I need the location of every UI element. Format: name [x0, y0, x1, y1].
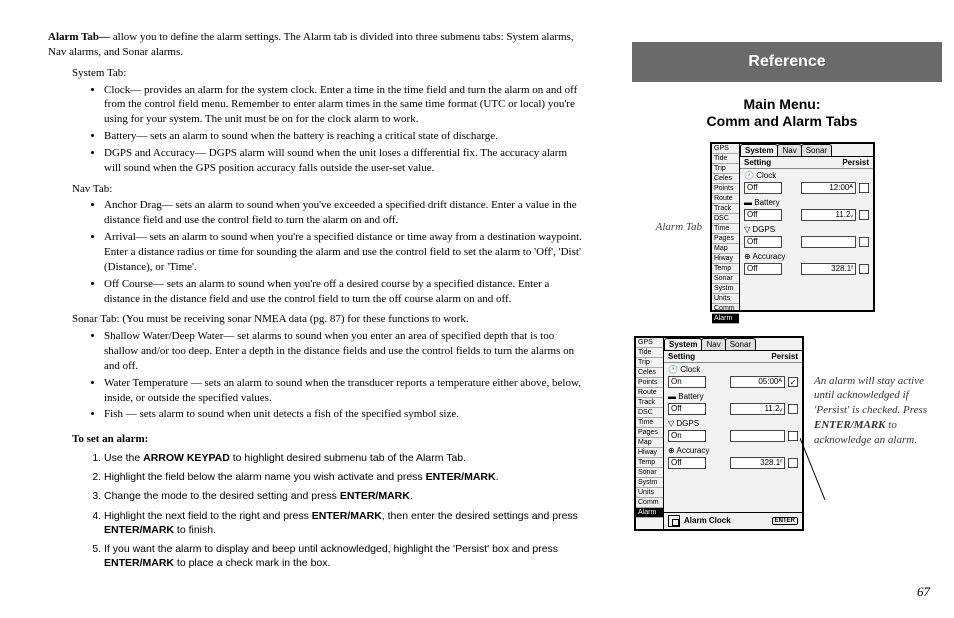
list-item: Battery— sets an alarm to sound when the…	[104, 129, 586, 144]
figure-caption-2: An alarm will stay active until acknowle…	[814, 374, 944, 448]
list-item: Fish — sets alarm to sound when unit det…	[104, 407, 586, 422]
step-2: Highlight the field below the alarm name…	[104, 470, 586, 484]
device-side-tabs: GPSTideTrip CelesPointsRoute TrackDSCTim…	[712, 144, 740, 310]
sidebar-column: Reference Main Menu: Comm and Alarm Tabs…	[610, 0, 954, 618]
set-alarm-head: To set an alarm:	[72, 432, 586, 447]
list-item: Clock— provides an alarm for the system …	[104, 83, 586, 128]
list-item: Water Temperature — sets an alarm to sou…	[104, 376, 586, 406]
section-title: Main Menu: Comm and Alarm Tabs	[610, 96, 954, 130]
sonar-tab-list: Shallow Water/Deep Water— set alarms to …	[104, 329, 586, 422]
alarm-tab-label: Alarm Tab—	[48, 31, 113, 43]
device-top-tabs: System Nav Sonar	[740, 144, 873, 157]
system-tab-head: System Tab:	[72, 66, 586, 81]
device-top-tabs: System Nav Sonar	[664, 338, 802, 351]
manual-text-column: Alarm Tab— allow you to define the alarm…	[0, 0, 610, 618]
alarm-icon	[668, 515, 680, 527]
device-side-tabs: GPSTideTrip CelesPointsRoute TrackDSCTim…	[636, 338, 664, 529]
list-item: Anchor Drag— sets an alarm to sound when…	[104, 198, 586, 228]
list-item: DGPS and Accuracy— DGPS alarm will sound…	[104, 146, 586, 176]
nav-tab-head: Nav Tab:	[72, 182, 586, 197]
step-4: Highlight the next field to the right an…	[104, 509, 586, 537]
nav-tab-list: Anchor Drag— sets an alarm to sound when…	[104, 198, 586, 306]
step-5: If you want the alarm to display and bee…	[104, 542, 586, 570]
step-3: Change the mode to the desired setting a…	[104, 489, 586, 503]
reference-banner: Reference	[632, 42, 942, 82]
sonar-tab-head: Sonar Tab: (You must be receiving sonar …	[72, 312, 586, 327]
list-item: Arrival— sets an alarm to sound when you…	[104, 230, 586, 275]
list-item: Off Course— sets an alarm to sound when …	[104, 277, 586, 307]
page-number: 67	[917, 584, 930, 600]
list-item: Shallow Water/Deep Water— set alarms to …	[104, 329, 586, 374]
device-screenshot-1: GPSTideTrip CelesPointsRoute TrackDSCTim…	[710, 142, 875, 312]
figure-caption-1: Alarm Tab	[610, 221, 710, 233]
device-status-bar: Alarm Clock ENTER	[664, 512, 802, 529]
intro-paragraph: Alarm Tab— allow you to define the alarm…	[48, 30, 586, 60]
set-alarm-steps: Use the ARROW KEYPAD to highlight desire…	[104, 451, 586, 570]
system-tab-list: Clock— provides an alarm for the system …	[104, 83, 586, 176]
intro-text: allow you to define the alarm settings. …	[48, 31, 574, 58]
device-screenshot-2: GPSTideTrip CelesPointsRoute TrackDSCTim…	[634, 336, 804, 531]
step-1: Use the ARROW KEYPAD to highlight desire…	[104, 451, 586, 465]
